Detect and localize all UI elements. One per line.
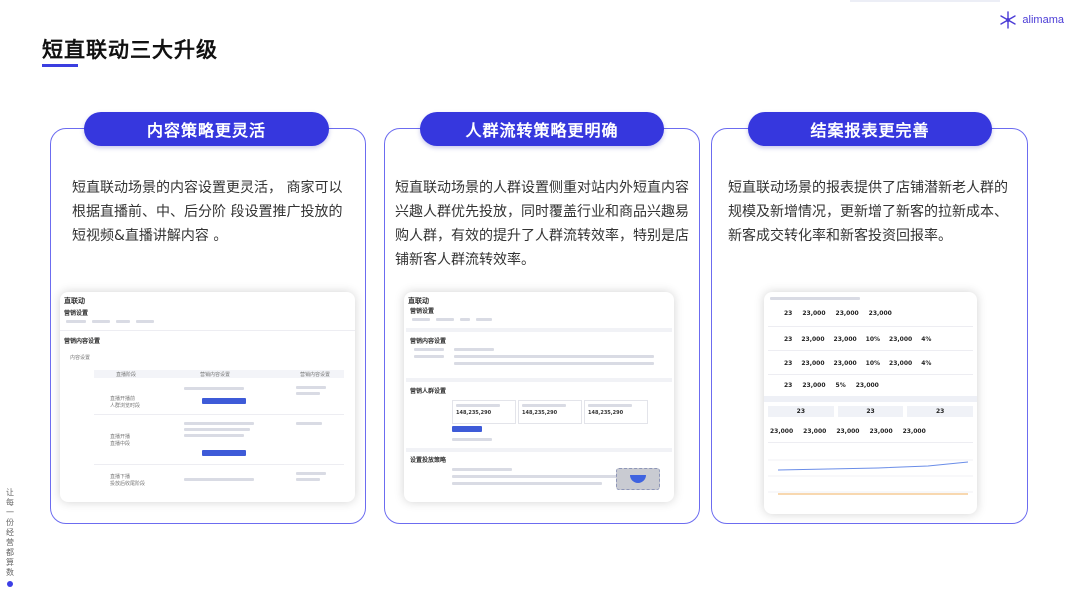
kpi-value: 23,000	[889, 360, 913, 367]
kpi-value: 4%	[921, 360, 932, 367]
kpi-value: 23,000	[802, 310, 826, 317]
logo-text: alimama	[1022, 14, 1064, 26]
screenshot-section: 设置投放策略	[410, 457, 447, 464]
kpi-value: 23,000	[802, 382, 826, 389]
trend-value: 23,000	[770, 428, 794, 435]
add-audience-button[interactable]	[452, 426, 482, 432]
slogan-char: 一	[6, 508, 14, 517]
screenshot-section: 营销设置	[64, 310, 89, 317]
card-heading-content-strategy: 内容策略更灵活	[84, 112, 329, 146]
card-body-content-strategy: 短直联动场景的内容设置更灵活， 商家可以根据直播前、中、后分阶 段设置推广投放的…	[72, 180, 343, 244]
card-heading-report: 结案报表更完善	[748, 112, 992, 146]
slogan-char: 算	[6, 558, 14, 567]
add-content-button[interactable]	[202, 450, 246, 456]
stage-row-label: 直播下播 投放后收尾阶段	[110, 474, 146, 487]
kpi-value: 5%	[835, 382, 846, 389]
audience-size: 148,235,290	[588, 410, 624, 416]
report-tab[interactable]: 23	[768, 406, 834, 417]
audience-settings-screenshot: 直联动 营销设置 营销内容设置 营销人群设置 148,235,290 148,2…	[404, 292, 674, 502]
trend-line-blue	[777, 461, 969, 471]
kpi-value: 10%	[865, 360, 881, 367]
trend-value: 23,000	[869, 428, 893, 435]
kpi-value: 23	[784, 336, 793, 343]
snowflake-logo-icon	[1000, 11, 1017, 29]
kpi-value: 23,000	[855, 382, 879, 389]
report-screenshot: 23 23,000 23,000 23,000 23 23,000 23,000…	[764, 292, 977, 514]
report-tab[interactable]: 23	[837, 406, 904, 417]
slogan-char: 都	[6, 548, 14, 557]
column-header: 直播阶段	[116, 372, 137, 378]
card-heading-audience-strategy: 人群流转策略更明确	[420, 112, 664, 146]
alimama-logo: alimama	[998, 10, 1064, 30]
slogan-char: 每	[6, 498, 14, 507]
kpi-value: 23,000	[801, 360, 825, 367]
kpi-value: 23,000	[801, 336, 825, 343]
vertical-slogan: 让 每 一 份 经 营 都 算 数	[3, 488, 17, 587]
kpi-value: 23,000	[868, 310, 892, 317]
add-content-button[interactable]	[202, 398, 246, 404]
trend-value: 23,000	[836, 428, 860, 435]
screenshot-header: 直联动	[408, 297, 429, 305]
card-body-report: 短直联动场景的报表提供了店铺潜新老人群的规模及新增情况，更新增了新客的拉新成本、…	[728, 180, 1008, 244]
kpi-value: 23	[784, 360, 793, 367]
top-decoration-line	[850, 0, 1000, 2]
title-underline	[42, 64, 78, 67]
trend-chart	[768, 459, 973, 495]
kpi-value: 10%	[865, 336, 881, 343]
slogan-dot-icon	[7, 581, 13, 587]
screenshot-section: 营销内容设置	[64, 338, 101, 345]
column-header: 营销内容设置	[200, 372, 231, 378]
slogan-char: 让	[6, 488, 14, 497]
slogan-char: 营	[6, 538, 14, 547]
screenshot-header: 直联动	[64, 297, 85, 305]
kpi-value: 23	[784, 310, 793, 317]
kpi-value: 23,000	[833, 336, 857, 343]
kpi-value: 4%	[921, 336, 932, 343]
card-body-audience-strategy: 短直联动场景的人群设置侧重对站内外短直内容兴趣人群优先投放，同时覆盖行业和商品兴…	[395, 180, 689, 268]
cursor-highlight	[616, 468, 660, 490]
stage-row-label: 直播开播 直播中段	[110, 434, 131, 447]
trend-value: 23,000	[902, 428, 926, 435]
kpi-value: 23,000	[833, 360, 857, 367]
slogan-char: 份	[6, 518, 14, 527]
content-settings-screenshot: 直联动 营销设置 营销内容设置 内容设置 直播阶段 营销内容设置 营销内容设置 …	[60, 292, 355, 502]
kpi-value: 23,000	[889, 336, 913, 343]
kpi-value: 23,000	[835, 310, 859, 317]
kpi-value: 23	[784, 382, 793, 389]
slogan-char: 数	[6, 568, 14, 577]
report-tab[interactable]: 23	[907, 406, 974, 417]
screenshot-section: 营销人群设置	[410, 388, 447, 395]
stage-row-label: 直播开播前 人群浏览时段	[110, 396, 141, 409]
page-title: 短直联动三大升级	[42, 38, 218, 62]
slogan-char: 经	[6, 528, 14, 537]
screenshot-subsection: 内容设置	[70, 355, 91, 361]
audience-size: 148,235,290	[522, 410, 558, 416]
audience-size: 148,235,290	[456, 410, 492, 416]
column-header: 营销内容设置	[300, 372, 331, 378]
screenshot-section: 营销设置	[410, 308, 435, 315]
trend-value: 23,000	[803, 428, 827, 435]
screenshot-section: 营销内容设置	[410, 338, 447, 345]
